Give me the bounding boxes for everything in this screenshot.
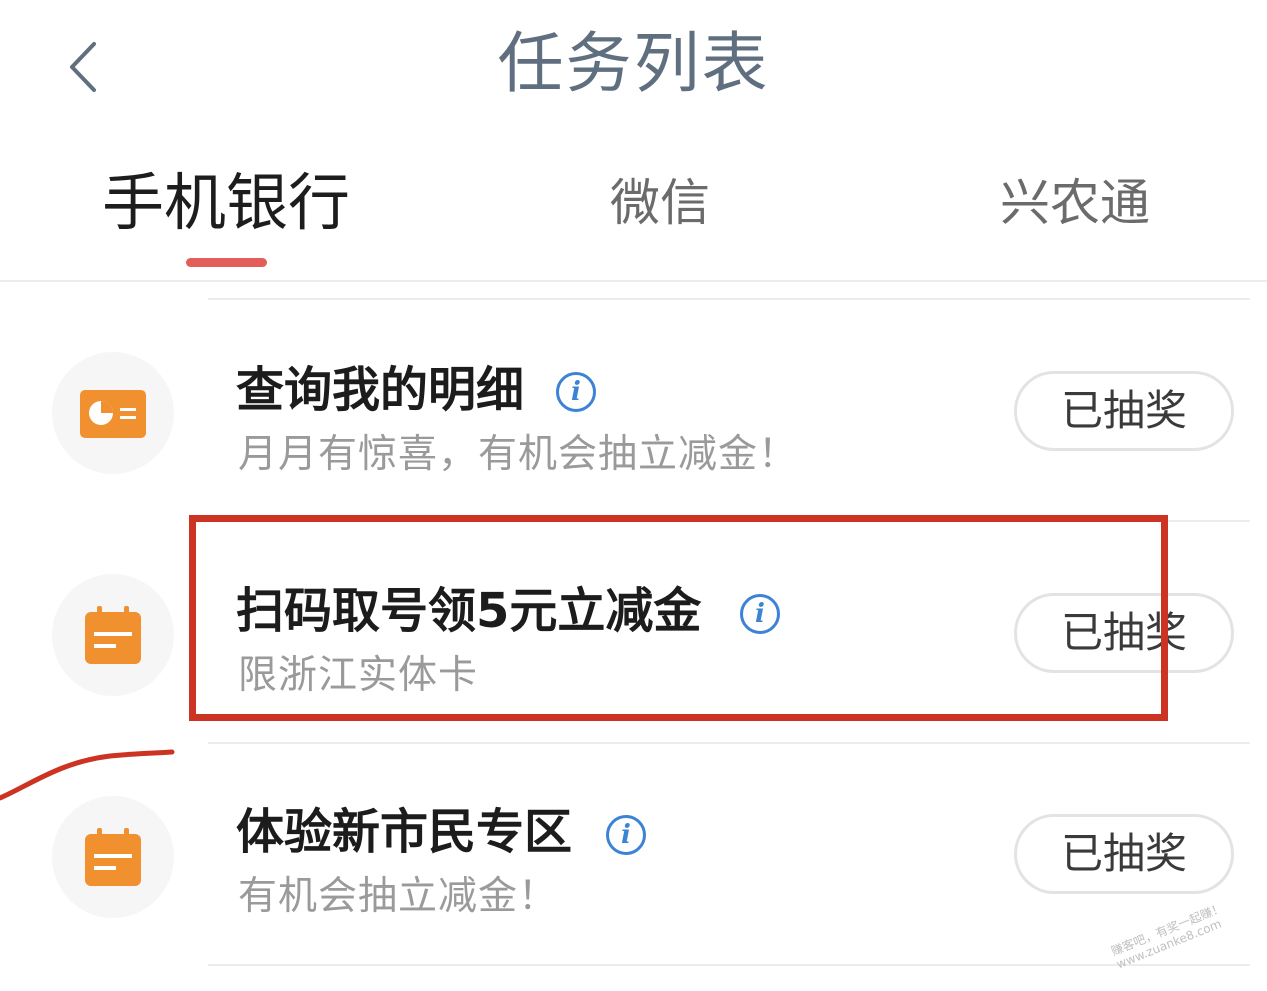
card-chart-icon: [80, 390, 146, 438]
task-icon: [52, 352, 174, 474]
tabs-divider: [0, 280, 1267, 282]
row-divider: [208, 298, 1250, 300]
task-title: 查询我的明细: [236, 362, 525, 418]
task-subtitle: 月月有惊喜，有机会抽立减金！: [238, 432, 799, 477]
drawn-status-button[interactable]: 已抽奖: [1014, 371, 1234, 451]
tab-xingnongtong[interactable]: 兴农通: [1000, 165, 1150, 241]
tab-wechat[interactable]: 微信: [610, 165, 710, 241]
calendar-icon: [85, 606, 141, 664]
active-tab-indicator: [186, 258, 267, 267]
calendar-icon: [85, 828, 141, 886]
row-divider: [208, 742, 1250, 744]
page-title: 任务列表: [497, 25, 770, 102]
drawn-status-button[interactable]: 已抽奖: [1014, 814, 1234, 894]
annotation-stroke: [0, 749, 175, 801]
task-subtitle: 有机会抽立减金！: [238, 874, 559, 919]
task-icon: [52, 796, 174, 918]
watermark: 赚客吧，有奖一起赚！ www.zuanke8.com: [1109, 901, 1231, 972]
task-icon: [52, 574, 174, 696]
highlight-annotation-box: [189, 515, 1168, 721]
info-icon[interactable]: i: [556, 372, 596, 412]
info-icon[interactable]: i: [606, 815, 646, 855]
tab-mobile-banking[interactable]: 手机银行: [102, 165, 350, 241]
row-divider: [208, 964, 1250, 966]
task-title: 体验新市民专区: [236, 804, 573, 860]
